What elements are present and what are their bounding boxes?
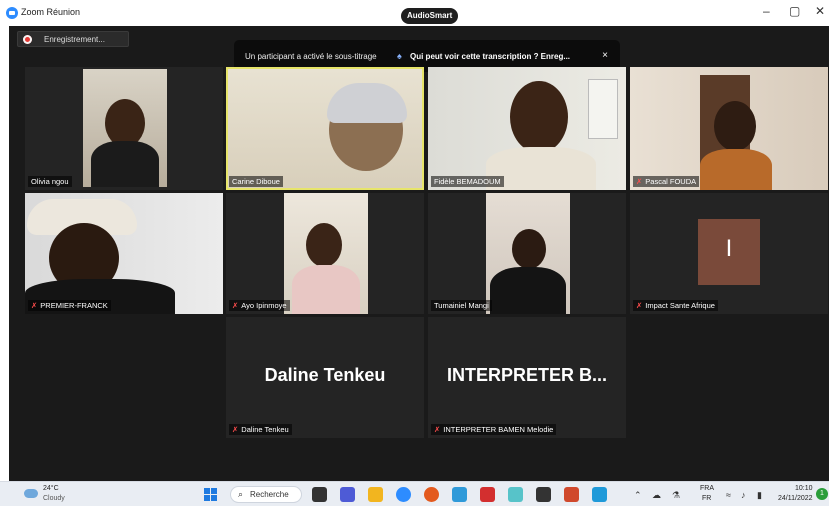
audiosmart-badge[interactable]: AudioSmart — [401, 8, 459, 24]
speaker-icon[interactable]: ♪ — [741, 490, 746, 500]
weather-condition[interactable]: Cloudy — [43, 495, 65, 502]
participant-name: Tumainiel Mangi — [431, 300, 492, 311]
participant-head — [306, 223, 342, 267]
usb-icon[interactable]: ⚗ — [672, 490, 680, 501]
wifi-icon[interactable]: ≈ — [726, 490, 731, 500]
video-tile-interpreter-bamen[interactable]: INTERPRETER B... ✗ INTERPRETER BAMEN Melo… — [428, 317, 626, 438]
notification-badge[interactable]: 1 — [816, 488, 828, 500]
transcript-visibility-link[interactable]: Qui peut voir cette transcription ? Enre… — [410, 52, 570, 61]
participant-name: ✗ Pascal FOUDA — [633, 176, 700, 187]
muted-mic-icon: ✗ — [232, 301, 239, 310]
clock-time[interactable]: 10:10 — [795, 485, 813, 492]
muted-mic-icon: ✗ — [31, 301, 38, 310]
keyboard-layout[interactable]: FR — [702, 495, 711, 502]
close-notification-button[interactable]: × — [602, 50, 608, 61]
participant-video — [630, 67, 828, 190]
cloud-sync-icon[interactable]: ☁ — [652, 490, 661, 501]
muted-mic-icon: ✗ — [434, 425, 441, 434]
video-tile-daline-tenkeu[interactable]: Daline Tenkeu ✗ Daline Tenkeu — [226, 317, 424, 438]
participant-head — [105, 99, 145, 147]
search-icon: ⌕ — [238, 489, 244, 499]
participant-name: Fidèle BEMADOUM — [431, 176, 504, 187]
cloud-icon[interactable] — [24, 489, 38, 498]
taskbar-search[interactable]: ⌕ Recherche — [230, 486, 302, 503]
participant-head — [510, 81, 568, 153]
participant-video — [25, 193, 223, 314]
participant-name: ✗ Impact Sante Afrique — [633, 300, 718, 311]
minimize-button[interactable]: – — [763, 4, 770, 18]
maximize-button[interactable]: ▢ — [789, 4, 800, 18]
weather-temperature[interactable]: 24°C — [43, 485, 59, 492]
video-tile-ayo-ipinmoye[interactable]: ✗ Ayo Ipinmoye — [226, 193, 424, 314]
title-bar: Zoom Réunion AudioSmart – ▢ ✕ — [0, 0, 829, 26]
teams-chat-icon[interactable] — [340, 487, 355, 502]
record-icon — [23, 35, 32, 44]
recording-label: Enregistrement... — [44, 35, 105, 44]
chevron-up-icon[interactable]: ⌃ — [634, 490, 642, 501]
participant-name: ✗ INTERPRETER BAMEN Melodie — [431, 424, 557, 435]
muted-mic-icon: ✗ — [636, 177, 643, 186]
participant-body — [700, 149, 772, 190]
participant-name: Olivia ngou — [28, 176, 72, 187]
start-button[interactable] — [204, 488, 217, 501]
participant-head — [714, 101, 756, 151]
edge-icon[interactable] — [452, 487, 467, 502]
participant-body — [490, 267, 566, 314]
recording-indicator[interactable]: Enregistrement... — [17, 31, 129, 47]
participant-head — [512, 229, 546, 269]
muted-mic-icon: ✗ — [636, 301, 643, 310]
video-tile-pascal-fouda[interactable]: ✗ Pascal FOUDA — [630, 67, 828, 190]
participant-avatar: I — [698, 219, 760, 285]
zoom-app-icon[interactable] — [396, 487, 411, 502]
participant-display-name: Daline Tenkeu — [264, 365, 386, 385]
app-icon-dark[interactable] — [536, 487, 551, 502]
participant-body — [91, 141, 159, 187]
video-tile-fidele-bemadoum[interactable]: Fidèle BEMADOUM — [428, 67, 626, 190]
search-label: Recherche — [250, 490, 289, 499]
file-explorer-icon[interactable] — [368, 487, 383, 502]
participant-display-name: INTERPRETER B... — [446, 365, 607, 385]
chrome-icon[interactable] — [424, 487, 439, 502]
participant-video — [228, 69, 422, 188]
video-tile-impact-sante-afrique[interactable]: I ✗ Impact Sante Afrique — [630, 193, 828, 314]
participant-video — [428, 67, 626, 190]
participant-name: ✗ Daline Tenkeu — [229, 424, 292, 435]
participant-name: Carine Diboue — [229, 176, 283, 187]
video-tile-tumainiel-mangi[interactable]: Tumainiel Mangi — [428, 193, 626, 314]
muted-mic-icon: ✗ — [232, 425, 239, 434]
clock-date[interactable]: 24/11/2022 — [778, 495, 813, 502]
zoom-app-icon — [6, 7, 18, 19]
wall-poster — [588, 79, 618, 139]
language-code[interactable]: FRA — [700, 485, 714, 492]
task-view-icon[interactable] — [312, 487, 327, 502]
avatar-initial: I — [725, 235, 733, 262]
battery-icon[interactable]: ▮ — [757, 490, 762, 501]
participant-video — [284, 193, 368, 314]
participant-video — [83, 69, 167, 187]
participant-video — [486, 193, 570, 314]
video-tile-premier-franck[interactable]: ✗ PREMIER-FRANCK — [25, 193, 223, 314]
head-wrap — [327, 83, 407, 123]
meeting-stage: Enregistrement... Un participant a activ… — [9, 26, 829, 481]
video-tile-olivia-ngou[interactable]: Olivia ngou — [25, 67, 223, 190]
close-window-button[interactable]: ✕ — [815, 4, 825, 18]
video-tile-carine-diboue[interactable]: Carine Diboue — [226, 67, 424, 190]
participant-name: ✗ PREMIER-FRANCK — [28, 300, 111, 311]
windows-taskbar: 24°C Cloudy ⌕ Recherche ⌃ ☁ ⚗ FRA FR ≈ ♪… — [0, 481, 829, 506]
powerpoint-icon[interactable] — [564, 487, 579, 502]
participant-name: ✗ Ayo Ipinmoye — [229, 300, 290, 311]
app-icon[interactable] — [508, 487, 523, 502]
window-title: Zoom Réunion — [21, 7, 81, 17]
captions-message: Un participant a activé le sous-titrage — [245, 52, 377, 61]
participant-body — [292, 265, 360, 314]
browser-icon[interactable] — [592, 487, 607, 502]
acrobat-icon[interactable] — [480, 487, 495, 502]
transcript-people-icon: ♠ — [397, 51, 402, 61]
